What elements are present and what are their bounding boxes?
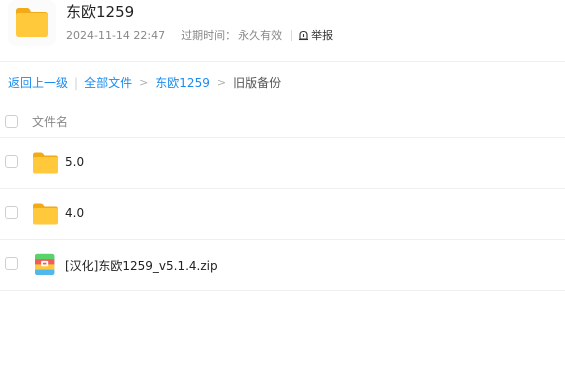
breadcrumb-all-files-link[interactable]: 全部文件 — [84, 74, 132, 91]
share-title: 东欧1259 — [66, 3, 135, 21]
meta-divider — [291, 29, 293, 41]
list-item[interactable]: 4.0 — [0, 189, 565, 240]
report-button[interactable]: 举报 — [298, 27, 333, 43]
file-name: 5.0 — [65, 155, 85, 169]
breadcrumb-folder-link[interactable]: 东欧1259 — [155, 74, 210, 91]
header-divider — [0, 61, 565, 62]
breadcrumb-divider: | — [74, 75, 79, 90]
folder-icon — [8, 0, 56, 46]
breadcrumb-back-link[interactable]: 返回上一级 — [8, 74, 68, 91]
list-item[interactable]: [汉化]东欧1259_v5.1.4.zip — [0, 240, 565, 291]
row-checkbox[interactable] — [5, 155, 18, 168]
folder-icon — [33, 203, 58, 225]
breadcrumb-arrow: > — [139, 76, 149, 89]
share-header: 东欧1259 2024-11-14 22:47 过期时间： 永久有效 举报 — [0, 0, 565, 62]
folder-icon — [33, 152, 58, 174]
column-header-name: 文件名 — [32, 115, 69, 129]
file-name: 4.0 — [65, 206, 85, 220]
breadcrumb-arrow: > — [216, 76, 227, 89]
list-header: 文件名 — [0, 104, 565, 138]
expire-value: 永久有效 — [238, 29, 283, 42]
file-name: [汉化]东欧1259_v5.1.4.zip — [65, 259, 218, 273]
report-icon — [299, 30, 309, 40]
expire-label: 过期时间： — [181, 29, 237, 42]
breadcrumb-current: 旧版备份 — [233, 76, 282, 90]
row-checkbox[interactable] — [5, 206, 18, 219]
breadcrumb: 返回上一级 | 全部文件 > 东欧1259 > 旧版备份 — [8, 74, 281, 91]
file-list: 文件名 5.0 4.0 [汉化]东欧1259_v5.1.4.zip — [0, 104, 565, 291]
list-item[interactable]: 5.0 — [0, 138, 565, 189]
share-date: 2024-11-14 22:47 — [66, 28, 166, 42]
report-label: 举报 — [311, 29, 334, 42]
select-all-checkbox[interactable] — [5, 115, 18, 128]
zip-archive-icon — [35, 253, 55, 275]
row-checkbox[interactable] — [5, 257, 18, 270]
share-meta: 2024-11-14 22:47 过期时间： 永久有效 举报 — [66, 27, 333, 43]
